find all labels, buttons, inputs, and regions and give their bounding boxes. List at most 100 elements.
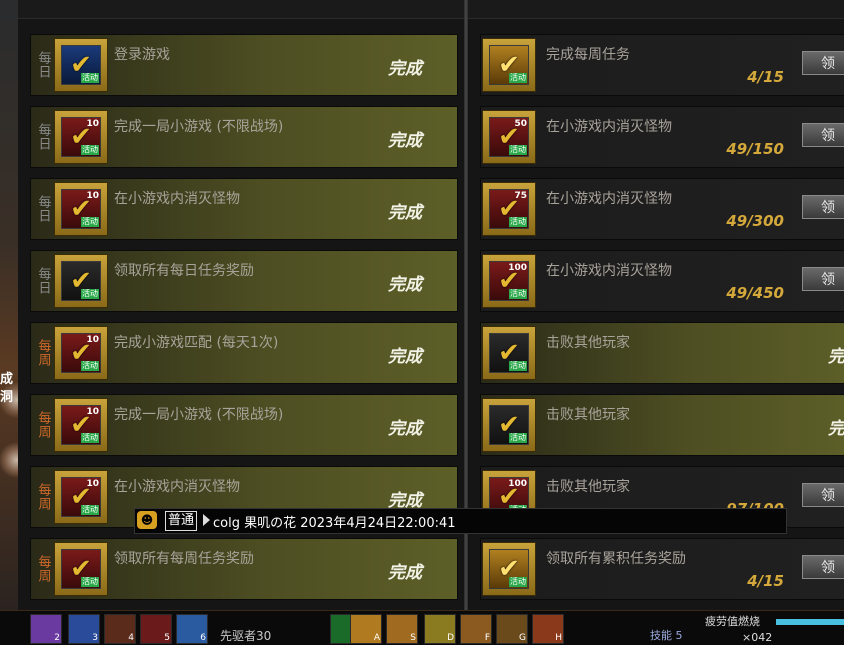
claim-button[interactable]: 领 — [802, 123, 844, 147]
event-tag: 活动 — [509, 289, 527, 299]
cumulative-task-row: ✔ 100 活动 在小游戏内消灭怪物 49/450 领 — [480, 250, 844, 312]
task-category: 每周 — [35, 555, 51, 583]
cumulative-task-row: ✔ 活动 击败其他玩家完 — [480, 322, 844, 384]
claim-button[interactable]: 领 — [802, 267, 844, 291]
checkmark-icon: ✔ 活动 — [61, 45, 101, 85]
skill-slot[interactable]: 4 — [104, 614, 136, 644]
reward-count: 10 — [86, 407, 99, 417]
task-category: 每周 — [35, 339, 51, 367]
event-tag: 活动 — [81, 145, 99, 155]
task-status: 完成 — [388, 59, 422, 79]
reward-count: 10 — [86, 335, 99, 345]
checkmark-icon: ✔ 50 活动 — [489, 117, 529, 157]
checkmark-icon: ✔ 10 活动 — [61, 333, 101, 373]
task-status: 完成 — [388, 203, 422, 223]
task-icon: ✔ 10 活动 — [54, 398, 108, 452]
task-title: 登录游戏 — [114, 47, 170, 63]
checkmark-icon: ✔ 75 活动 — [489, 189, 529, 229]
task-icon: ✔ 10 活动 — [54, 326, 108, 380]
task-category: 每日 — [35, 51, 51, 79]
task-status: 完 — [828, 347, 844, 367]
event-tag: 活动 — [509, 577, 527, 587]
event-tag: 活动 — [81, 577, 99, 587]
checkmark-icon: ✔ 活动 — [61, 261, 101, 301]
task-row: 每周 ✔ 活动 领取所有每周任务奖励 完成 — [30, 538, 458, 600]
skill-slot[interactable]: A — [350, 614, 382, 644]
task-row: 每周 ✔ 10 活动 完成一局小游戏 (不限战场) 完成 — [30, 394, 458, 456]
hotkey-label: F — [484, 633, 490, 643]
event-tag: 活动 — [509, 145, 527, 155]
skill-slot[interactable]: 3 — [68, 614, 100, 644]
task-icon: ✔ 10 活动 — [54, 110, 108, 164]
checkmark-icon: ✔ 活动 — [489, 333, 529, 373]
task-row: 每日 ✔ 10 活动 完成一局小游戏 (不限战场) 完成 — [30, 106, 458, 168]
checkmark-icon: ✔100活动 — [489, 261, 529, 301]
task-status: 完 — [828, 419, 844, 439]
task-progress: 49/450 — [726, 284, 784, 302]
arrow-icon — [203, 514, 210, 526]
cumulative-task-row: ✔ 活动 完成每周任务 4/15 领 — [480, 34, 844, 96]
claim-button[interactable]: 领 — [802, 483, 844, 507]
reward-count: 100 — [508, 263, 527, 273]
emoji-icon[interactable]: ☻ — [137, 511, 157, 529]
event-tag: 活动 — [81, 217, 99, 227]
mp-bar — [776, 619, 844, 625]
task-icon: ✔ 活动 — [54, 254, 108, 308]
checkmark-icon: ✔ 活动 — [489, 45, 529, 85]
skill-slot[interactable]: 6 — [176, 614, 208, 644]
hotkey-label: 4 — [128, 633, 134, 643]
checkmark-icon: ✔ 10 活动 — [61, 405, 101, 445]
hotkey-label: 3 — [92, 633, 98, 643]
event-tag: 活动 — [509, 361, 527, 371]
event-tag: 活动 — [509, 217, 527, 227]
task-title: 击败其他玩家 — [546, 407, 630, 423]
task-icon: ✔ 10 活动 — [54, 182, 108, 236]
skill-slot[interactable]: D — [424, 614, 456, 644]
chat-channel[interactable]: 普通 — [165, 511, 198, 531]
side-text: 成 — [0, 372, 14, 387]
task-icon: ✔ 活动 — [482, 542, 536, 596]
hotkey-label: S — [410, 633, 416, 643]
task-status: 完成 — [388, 347, 422, 367]
checkmark-icon: ✔ 活动 — [489, 405, 529, 445]
task-title: 领取所有每日任务奖励 — [114, 263, 254, 279]
task-row: 每日 ✔ 活动 登录游戏完成 — [30, 34, 458, 96]
event-tag: 活动 — [81, 73, 99, 83]
hotkey-label: 5 — [164, 633, 170, 643]
event-tag: 活动 — [81, 289, 99, 299]
event-tag: 活动 — [509, 73, 527, 83]
reward-count: 75 — [514, 191, 527, 201]
chat-bar[interactable]: ☻ 普通 colg 果叽の花 2023年4月24日22:00:41 — [134, 508, 787, 534]
task-row: 每日 ✔ 10 活动 在小游戏内消灭怪物完成 — [30, 178, 458, 240]
task-status: 完成 — [388, 275, 422, 295]
skill-slot[interactable]: S — [386, 614, 418, 644]
task-progress: 4/15 — [747, 572, 784, 590]
skill-slot[interactable]: H — [532, 614, 564, 644]
task-icon: ✔ 10 活动 — [54, 470, 108, 524]
task-icon: ✔100活动 — [482, 254, 536, 308]
skill-slot[interactable]: 2 — [30, 614, 62, 644]
skill-slot[interactable]: F — [460, 614, 492, 644]
hotkey-label: 6 — [200, 633, 206, 643]
claim-button[interactable]: 领 — [802, 51, 844, 75]
checkmark-icon: ✔ 10 活动 — [61, 117, 101, 157]
task-title: 完成小游戏匹配 (每天1次) — [114, 335, 279, 351]
task-status: 完成 — [388, 419, 422, 439]
task-status: 完成 — [388, 563, 422, 583]
task-category: 每日 — [35, 195, 51, 223]
checkmark-icon: ✔ 10 活动 — [61, 189, 101, 229]
skill-slot[interactable]: G — [496, 614, 528, 644]
skill-slot[interactable]: 5 — [140, 614, 172, 644]
reward-count: 10 — [86, 119, 99, 129]
task-category: 每日 — [35, 123, 51, 151]
task-title: 在小游戏内消灭怪物 — [114, 479, 240, 495]
hotkey-label: D — [447, 633, 454, 643]
task-icon: ✔ 活动 — [482, 398, 536, 452]
task-title: 击败其他玩家 — [546, 335, 630, 351]
task-title: 在小游戏内消灭怪物 — [114, 191, 240, 207]
task-title: 在小游戏内消灭怪物 — [546, 263, 672, 279]
reward-count: 100 — [508, 479, 527, 489]
claim-button[interactable]: 领 — [802, 195, 844, 219]
claim-button[interactable]: 领 — [802, 555, 844, 579]
hotkey-label: H — [555, 633, 562, 643]
